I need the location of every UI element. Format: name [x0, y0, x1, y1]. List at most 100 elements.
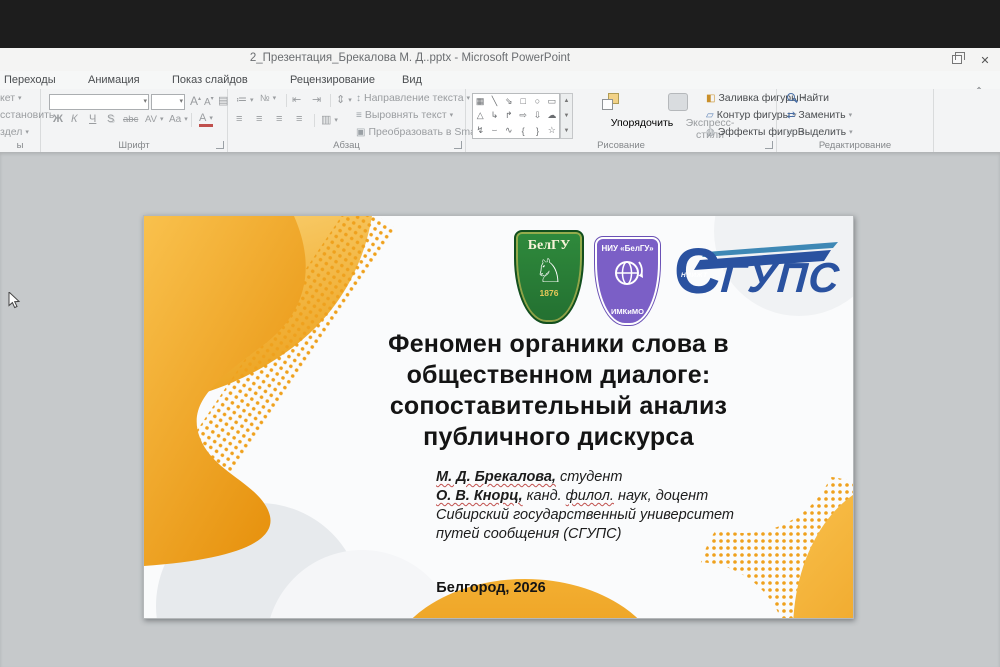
drawing-dialog-launcher[interactable]	[765, 141, 773, 149]
arrange-icon	[602, 93, 620, 111]
font-name-combo[interactable]	[49, 94, 149, 110]
underline-button[interactable]: Ч	[89, 113, 96, 125]
author1-name: М. Д. Брекалова,	[436, 469, 556, 485]
tab-transitions[interactable]: Переходы	[0, 73, 60, 87]
shrink-font-button[interactable]: А	[204, 95, 214, 108]
tab-review[interactable]: Рецензирование	[286, 73, 379, 87]
align-left-button[interactable]: ≡	[236, 113, 242, 125]
shape-elbow-icon[interactable]: ↳	[487, 109, 501, 124]
niu-logo-dept: ИМКиМО	[597, 307, 658, 316]
section-button[interactable]: здел	[0, 126, 29, 138]
shape-triangle-icon[interactable]: △	[473, 109, 487, 124]
sgups-logo-abbr: ГУПС	[719, 254, 841, 302]
mouse-cursor	[8, 292, 22, 310]
editing-group: Найти ⇄Заменить ▻Выделить Редактирование	[777, 89, 934, 152]
paragraph-group: ≔ № ⇤ ⇥ ⇕ ≡ ≡ ≡ ≡ ▥ ↕Направление текста …	[228, 89, 466, 152]
increase-indent-button[interactable]: ⇥	[312, 93, 321, 106]
drawing-group-label: Рисование	[466, 140, 776, 151]
shape-brace-right-icon[interactable]: }	[530, 123, 544, 138]
font-size-combo[interactable]	[151, 94, 185, 110]
restore-button[interactable]	[944, 51, 970, 68]
align-center-button[interactable]: ≡	[256, 113, 262, 125]
change-case-button[interactable]: Aa	[169, 114, 188, 125]
select-button[interactable]: ▻Выделить	[787, 126, 853, 138]
find-button[interactable]: Найти	[787, 92, 829, 104]
niu-logo-title: НИУ «БелГУ»	[597, 244, 658, 253]
text-shadow-button[interactable]: S	[107, 113, 114, 125]
slide-canvas[interactable]: БелГУ ♘ 1876 НИУ «БелГУ» ИМКиМО	[143, 215, 854, 619]
sgups-logo-small: НИИЖТ	[681, 272, 708, 279]
horse-rider-icon: ♘	[516, 254, 582, 288]
shape-frame-icon[interactable]: ▦	[473, 94, 487, 109]
affiliation-line-1: Сибирский государственный университет	[436, 506, 776, 525]
paragraph-group-label: Абзац	[228, 140, 465, 151]
shape-curve-icon[interactable]: ∿	[502, 123, 516, 138]
author2-name: О. В. Кнорц,	[436, 488, 523, 504]
title-line-1: Феномен органики слова в	[301, 329, 816, 360]
bullets-button[interactable]: ≔	[236, 93, 254, 106]
close-icon	[980, 51, 989, 69]
replace-button[interactable]: ⇄Заменить	[787, 109, 852, 121]
select-icon: ▻	[787, 127, 795, 138]
title-bar: 2_Презентация_Брекалова М. Д..pptx - Mic…	[0, 48, 1000, 72]
clear-formatting-icon[interactable]: ▤	[218, 94, 228, 107]
decrease-indent-button[interactable]: ⇤	[292, 93, 301, 106]
niu-belgu-logo: НИУ «БелГУ» ИМКиМО	[595, 237, 660, 325]
ribbon-tab-row: Переходы Анимация Показ слайдов Рецензир…	[0, 71, 1000, 89]
slide-title[interactable]: Феномен органики слова в общественном ди…	[301, 329, 816, 453]
editing-workspace: БелГУ ♘ 1876 НИУ «БелГУ» ИМКиМО	[0, 152, 1000, 667]
top-black-bar	[0, 0, 1000, 48]
italic-button[interactable]: К	[71, 113, 77, 125]
quick-styles-button[interactable]: Экспресс-стили	[646, 91, 710, 139]
sgups-logo: С НИИЖТ ГУПС	[674, 242, 840, 312]
shape-arrow-down-icon[interactable]: ⇩	[530, 109, 544, 124]
layout-button[interactable]: кет	[0, 92, 22, 104]
text-direction-icon: ↕	[356, 93, 361, 104]
character-spacing-button[interactable]: AV	[145, 114, 163, 125]
shape-line-icon[interactable]: ╲	[487, 94, 501, 109]
author2-misspelled-word: филол.	[566, 488, 614, 504]
shape-freeform-icon[interactable]: ↯	[473, 123, 487, 138]
shapes-gallery-scrollbar[interactable]: ▲▼▼	[560, 93, 573, 139]
title-line-4: публичного дискурса	[301, 422, 816, 453]
strikethrough-button[interactable]: abc	[123, 114, 138, 125]
font-dialog-launcher[interactable]	[216, 141, 224, 149]
justify-button[interactable]: ≡	[296, 113, 302, 125]
shape-rectangle-icon[interactable]: □	[516, 94, 530, 109]
align-text-button[interactable]: ≡Выровнять текст	[356, 109, 453, 121]
font-group-label: Шрифт	[41, 140, 227, 151]
authors-block[interactable]: М. Д. Брекалова, студент О. В. Кнорц, ка…	[436, 468, 776, 544]
align-right-button[interactable]: ≡	[276, 113, 282, 125]
affiliation-line-2: путей сообщения (СГУПС)	[436, 525, 776, 544]
tab-slideshow[interactable]: Показ слайдов	[168, 73, 252, 87]
arrange-button[interactable]: Упорядочить	[578, 91, 642, 139]
shape-arc-icon[interactable]: ⌣	[487, 123, 501, 138]
shape-ellipse-icon[interactable]: ○	[530, 94, 544, 109]
shape-brace-left-icon[interactable]: {	[516, 123, 530, 138]
globe-icon	[609, 254, 647, 290]
shape-star-icon[interactable]: ☆	[545, 123, 559, 138]
columns-button[interactable]: ▥	[321, 113, 338, 126]
tab-animations[interactable]: Анимация	[84, 73, 144, 87]
shape-cloud-icon[interactable]: ☁	[545, 109, 559, 124]
screen: 2_Презентация_Брекалова М. Д..pptx - Mic…	[0, 0, 1000, 667]
shape-arrow-right-icon[interactable]: ⇨	[516, 109, 530, 124]
replace-icon: ⇄	[787, 110, 795, 121]
shape-arrow-line-icon[interactable]: ⇘	[502, 94, 516, 109]
shape-effects-icon: ◍	[706, 127, 715, 138]
close-button[interactable]	[972, 51, 998, 68]
paragraph-dialog-launcher[interactable]	[454, 141, 462, 149]
tab-view[interactable]: Вид	[398, 73, 426, 87]
numbering-button[interactable]: №	[260, 93, 276, 103]
align-text-icon: ≡	[356, 110, 362, 121]
bold-button[interactable]: Ж	[53, 113, 63, 125]
shapes-gallery[interactable]: ▦ ╲ ⇘ □ ○ ▭ △ ↳ ↱ ⇨ ⇩ ☁ ↯ ⌣ ∿ { } ☆	[472, 93, 560, 139]
text-direction-button[interactable]: ↕Направление текста	[356, 92, 470, 104]
shape-rounded-rect-icon[interactable]: ▭	[545, 94, 559, 109]
drawing-group: ▦ ╲ ⇘ □ ○ ▭ △ ↳ ↱ ⇨ ⇩ ☁ ↯ ⌣ ∿ { } ☆ ▲▼▼	[466, 89, 777, 152]
slide-footer[interactable]: Белгород, 2026	[391, 580, 591, 596]
line-spacing-button[interactable]: ⇕	[336, 93, 352, 106]
shape-elbow-arrow-icon[interactable]: ↱	[502, 109, 516, 124]
grow-font-button[interactable]: А	[190, 94, 201, 108]
font-color-button[interactable]: А	[199, 113, 213, 127]
